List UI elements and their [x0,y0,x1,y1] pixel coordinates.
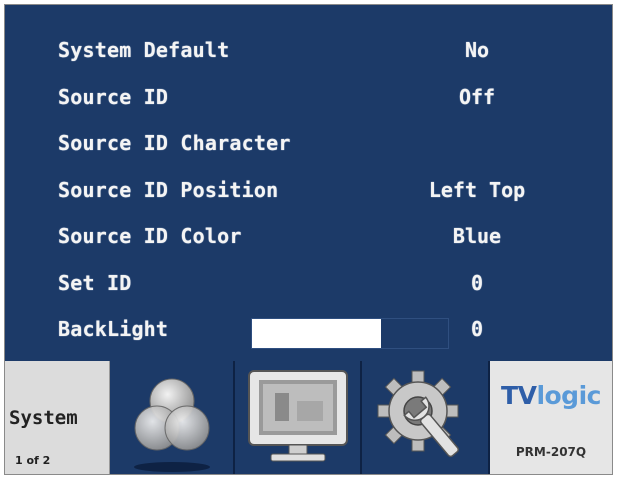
menu-item-backlight[interactable]: BackLight 0 [5,309,612,349]
menu-item-label: Source ID Color [58,224,242,248]
menu-item-source-id-character[interactable]: Source ID Character [5,123,612,163]
model-name: PRM-207Q [515,445,587,459]
menu-item-source-id-color[interactable]: Source ID Color Blue [5,216,612,256]
menu-item-source-id[interactable]: Source ID Off [5,77,612,117]
monitor-icon [248,370,348,462]
menu-item-system-default[interactable]: System Default No [5,30,612,70]
menu-item-label: System Default [58,38,230,62]
menu-item-label: Source ID [58,85,169,109]
osd-window: System Default No Source ID Off Source I… [4,4,613,475]
menu-item-label: Source ID Character [58,131,291,155]
menu-item-value: Off [458,85,496,109]
menu-item-set-id[interactable]: Set ID 0 [5,263,612,303]
menu-item-value: 0 [470,271,484,295]
current-menu-label: System [9,407,78,429]
tab-system[interactable]: System 1 of 2 [5,361,110,474]
menu-item-value: Left Top [428,178,526,202]
menu-tab-bar: System 1 of 2 TVlogic PRM-207Q [5,361,612,474]
page-indicator: 1 of 2 [15,454,51,467]
menu-item-value: 0 [470,317,484,341]
brand-logo: TVlogic [501,381,601,410]
tab-color[interactable] [110,361,235,474]
tab-setup[interactable] [362,361,490,474]
settings-menu: System Default No Source ID Off Source I… [5,5,612,361]
backlight-slider-fill [252,319,382,348]
color-circles-icon [134,378,210,472]
menu-item-label: Source ID Position [58,178,279,202]
menu-item-value: Blue [452,224,502,248]
menu-item-label: Set ID [58,271,132,295]
gear-wrench-icon [377,370,459,458]
tab-picture[interactable] [235,361,362,474]
menu-item-value: No [464,38,490,62]
brand-panel: TVlogic PRM-207Q [490,361,612,474]
menu-item-source-id-position[interactable]: Source ID Position Left Top [5,170,612,210]
menu-item-label: BackLight [58,317,169,341]
